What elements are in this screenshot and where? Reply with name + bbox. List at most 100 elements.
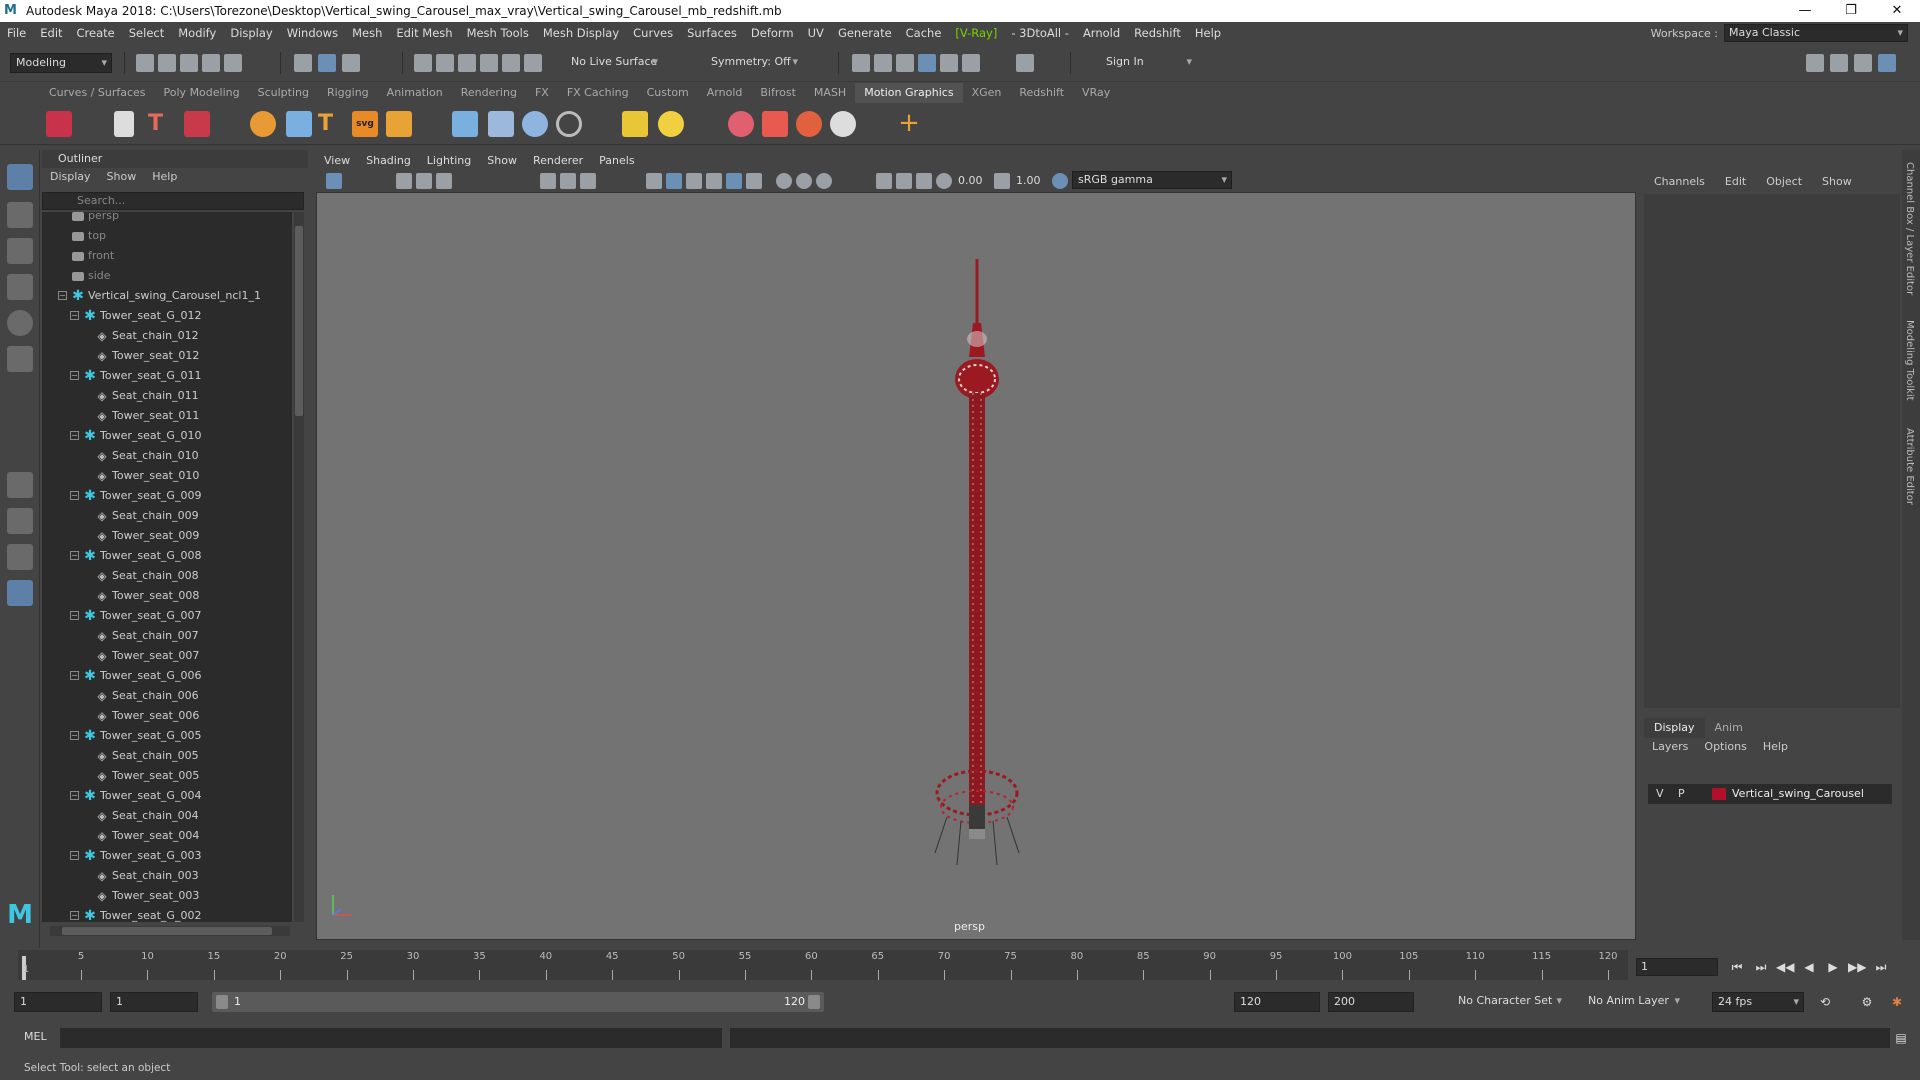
redo-icon[interactable] — [224, 54, 242, 72]
outliner-group[interactable]: − ✱ Tower_seat_G_012 — [42, 306, 292, 326]
save-scene-icon[interactable] — [180, 54, 198, 72]
outliner-root-group[interactable]: − ✱ Vertical_swing_Carousel_ncl1_1 — [42, 286, 292, 306]
rotate-tool-icon[interactable] — [7, 310, 33, 336]
sun-light-icon[interactable] — [658, 111, 684, 137]
film-gate-icon[interactable] — [560, 173, 576, 189]
step-back-key-icon[interactable]: ⏭ — [1752, 958, 1770, 976]
toggle-ui-icon[interactable] — [1830, 54, 1848, 72]
outliner-camera-top[interactable]: top — [42, 226, 292, 246]
colorspace-dropdown[interactable]: sRGB gamma — [1072, 171, 1232, 189]
text-mesh-icon[interactable]: T — [318, 111, 344, 137]
menu-3dtoall[interactable]: - 3DtoAll - — [1004, 26, 1076, 40]
outliner-vertical-scrollbar[interactable] — [294, 212, 304, 922]
box-mesh-icon[interactable] — [386, 111, 412, 137]
maximize-button[interactable]: ❐ — [1828, 0, 1874, 22]
menu-vray[interactable]: [V-Ray] — [948, 26, 1004, 40]
collapse-toggle[interactable]: − — [70, 431, 79, 440]
range-slider-bar[interactable]: 1 120 — [212, 992, 824, 1012]
paint-effect-icon[interactable] — [184, 111, 210, 137]
menu-mesh-display[interactable]: Mesh Display — [536, 26, 626, 40]
xray-joints-icon[interactable] — [916, 173, 932, 189]
curve-tool-icon[interactable] — [286, 111, 312, 137]
outliner-group[interactable]: − ✱ Tower_seat_G_008 — [42, 546, 292, 566]
new-scene-icon[interactable] — [136, 54, 154, 72]
mash-list-icon[interactable] — [114, 111, 134, 137]
xray-icon[interactable] — [896, 173, 912, 189]
grid-toggle-icon[interactable] — [540, 173, 556, 189]
collapse-toggle[interactable]: − — [70, 671, 79, 680]
ipr-render-icon[interactable] — [896, 54, 914, 72]
outliner-mesh-item[interactable]: ◈ Seat_chain_011 — [42, 386, 292, 406]
add-tool-icon[interactable]: + — [896, 110, 922, 137]
open-scene-icon[interactable] — [158, 54, 176, 72]
outliner-group[interactable]: − ✱ Tower_seat_G_009 — [42, 486, 292, 506]
outliner-mesh-item[interactable]: ◈ Tower_seat_009 — [42, 526, 292, 546]
ring-tool-icon[interactable] — [556, 111, 582, 137]
outliner-group[interactable]: − ✱ Tower_seat_G_010 — [42, 426, 292, 446]
outliner-mesh-item[interactable]: ◈ Tower_seat_012 — [42, 346, 292, 366]
loop-icon[interactable]: ⟲ — [1816, 993, 1834, 1011]
shelf-tab-arnold[interactable]: Arnold — [698, 83, 752, 103]
step-forward-frame-icon[interactable]: ▶▶ — [1848, 958, 1866, 976]
outliner-search-input[interactable]: Search... — [42, 192, 304, 210]
sweep-tool-icon[interactable] — [488, 111, 514, 137]
wireframe-on-shaded-icon[interactable] — [686, 173, 702, 189]
shelf-tab-vray[interactable]: VRay — [1073, 83, 1119, 103]
viewport-3d[interactable]: persp — [316, 192, 1636, 940]
gamma-field[interactable]: 1.00 — [1016, 174, 1041, 187]
layer-visibility-toggle[interactable]: V — [1656, 784, 1664, 804]
menu-set-dropdown[interactable]: Modeling — [10, 53, 112, 73]
collapse-toggle[interactable]: − — [70, 911, 79, 920]
undo-icon[interactable] — [202, 54, 220, 72]
snap-point-icon[interactable] — [458, 54, 476, 72]
anim-layer-dropdown[interactable]: No Anim Layer — [1574, 992, 1684, 1012]
outliner-group[interactable]: − ✱ Tower_seat_G_006 — [42, 666, 292, 686]
snap-curve-icon[interactable] — [436, 54, 454, 72]
shelf-tab-sculpting[interactable]: Sculpting — [249, 83, 318, 103]
toggle-panel-icon[interactable] — [1806, 54, 1824, 72]
select-object-icon[interactable] — [318, 54, 336, 72]
shelf-tab-fx[interactable]: FX — [526, 83, 558, 103]
use-all-lights-icon[interactable] — [726, 173, 742, 189]
menu-redshift[interactable]: Redshift — [1127, 26, 1188, 40]
outliner-group[interactable]: − ✱ Tower_seat_G_005 — [42, 726, 292, 746]
single-view-icon[interactable] — [7, 472, 33, 498]
outliner-toggle-icon[interactable] — [7, 580, 33, 606]
layer-tab-display[interactable]: Display — [1644, 718, 1705, 738]
outliner-camera-side[interactable]: side — [42, 266, 292, 286]
outliner-mesh-item[interactable]: ◈ Seat_chain_004 — [42, 806, 292, 826]
scrollbar-thumb[interactable] — [62, 927, 272, 935]
menu-surfaces[interactable]: Surfaces — [680, 26, 744, 40]
close-button[interactable]: ✕ — [1874, 0, 1920, 22]
outliner-mesh-item[interactable]: ◈ Seat_chain_003 — [42, 866, 292, 886]
outliner-mesh-item[interactable]: ◈ Tower_seat_010 — [42, 466, 292, 486]
smooth-shade-icon[interactable] — [666, 173, 682, 189]
collapse-toggle[interactable]: − — [70, 851, 79, 860]
make-live-icon[interactable] — [524, 54, 542, 72]
pause-icon[interactable] — [1016, 54, 1034, 72]
auto-key-icon[interactable]: ⚙ — [1858, 993, 1876, 1011]
shelf-tab-fx-caching[interactable]: FX Caching — [558, 83, 638, 103]
outliner-menu-show[interactable]: Show — [99, 168, 145, 186]
select-tool-icon[interactable] — [7, 164, 33, 190]
outliner-mesh-item[interactable]: ◈ Seat_chain_007 — [42, 626, 292, 646]
time-slider-track[interactable]: 1 5 10 15 20 25 30 35 40 45 50 55 60 65 70 75 80 85 90 95 1… — [18, 950, 1628, 980]
resolution-gate-icon[interactable] — [580, 173, 596, 189]
scale-tool-icon[interactable] — [7, 346, 33, 372]
preferences-icon[interactable]: ✱ — [1888, 993, 1906, 1011]
lattice-icon[interactable] — [522, 111, 548, 137]
exposure-icon[interactable] — [936, 173, 952, 189]
image-plane-icon[interactable] — [436, 173, 452, 189]
layers-options-menu[interactable]: Options — [1696, 738, 1754, 756]
anti-aliasing-icon[interactable] — [816, 173, 832, 189]
menu-cache[interactable]: Cache — [899, 26, 949, 40]
render-view-icon[interactable] — [852, 54, 870, 72]
symmetry-dropdown[interactable]: Symmetry: Off — [706, 53, 802, 73]
animation-end-field[interactable]: 200 — [1328, 992, 1414, 1012]
mash-network-icon[interactable] — [46, 111, 72, 137]
channels-edit-menu[interactable]: Edit — [1715, 172, 1756, 192]
go-to-start-icon[interactable]: ⏮ — [1728, 958, 1746, 976]
shelf-tab-bifrost[interactable]: Bifrost — [751, 83, 805, 103]
collapse-toggle[interactable]: − — [70, 731, 79, 740]
layer-name[interactable]: Vertical_swing_Carousel — [1732, 784, 1864, 804]
